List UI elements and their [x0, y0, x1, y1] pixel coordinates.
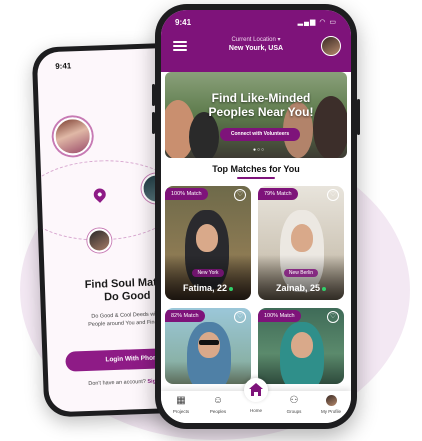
front-phone: 9:41 ▂▄▆ ◠ ▭ Current Location ▾ New Your…: [152, 4, 360, 429]
match-name: Fatima, 22: [165, 283, 251, 293]
nav-label: Projects: [172, 409, 190, 414]
match-name: Zainab, 25: [258, 283, 344, 293]
nav-home-label: Home: [249, 408, 262, 413]
nav-label: My Profile: [320, 409, 341, 414]
match-badge: 100% Match: [258, 310, 301, 322]
groups-icon: ⚇: [289, 395, 299, 406]
match-badge: 82% Match: [165, 310, 205, 322]
city-badge: New York: [165, 261, 251, 279]
nav-home[interactable]: [244, 378, 268, 402]
favorite-heart-icon[interactable]: ♡: [327, 189, 339, 201]
city-label: New Berlin: [283, 269, 319, 277]
location-value[interactable]: New Yourk, USA: [206, 45, 306, 52]
favorite-heart-icon[interactable]: ♡: [234, 311, 246, 323]
volume-button: [152, 112, 155, 134]
match-photo: [196, 224, 218, 252]
nav-groups[interactable]: ⚇ Groups: [277, 395, 311, 414]
home-icon: [249, 383, 263, 396]
nav-label: Peoples: [209, 409, 227, 414]
favorite-heart-icon[interactable]: ♡: [327, 311, 339, 323]
match-card[interactable]: 100% Match ♡ New York Fatima, 22: [165, 186, 251, 300]
online-dot-icon: [229, 286, 234, 291]
signup-prompt: Don't have an account? Sig: [88, 379, 156, 387]
nav-label: Groups: [286, 409, 302, 414]
stage: 9:41 Find Soul Mates Do Good Do Good & C…: [0, 0, 422, 441]
match-badge: 79% Match: [258, 188, 298, 200]
status-icons: ▂▄▆ ◠ ▭: [297, 19, 337, 26]
carousel-dots[interactable]: ●○○: [253, 147, 265, 153]
match-name-text: Zainab, 25: [275, 283, 320, 293]
location-selector[interactable]: Current Location ▾: [206, 36, 306, 43]
connect-volunteers-button[interactable]: Connect with Volunteers: [220, 128, 300, 141]
match-card[interactable]: 100% Match ♡: [258, 308, 344, 384]
app-header: 9:41 ▂▄▆ ◠ ▭ Current Location ▾ New Your…: [161, 10, 351, 72]
signup-text: Don't have an account?: [88, 378, 147, 387]
profile-avatar: [325, 395, 337, 406]
match-card[interactable]: 79% Match ♡ New Berlin Zainab, 25: [258, 186, 344, 300]
city-badge: New Berlin: [258, 261, 344, 279]
online-dot-icon: [322, 286, 326, 291]
section-title: Top Matches for You: [212, 164, 300, 174]
profile-avatar[interactable]: [321, 36, 341, 56]
city-label: New York: [192, 269, 224, 277]
status-time: 9:41: [175, 18, 192, 27]
match-photo: [291, 224, 313, 252]
back-status-time: 9:41: [55, 61, 72, 71]
match-badge: 100% Match: [165, 188, 208, 200]
nav-projects[interactable]: ▦ Projects: [164, 395, 198, 414]
power-button: [357, 99, 360, 135]
app-screen: 9:41 ▂▄▆ ◠ ▭ Current Location ▾ New Your…: [161, 10, 351, 423]
match-card[interactable]: 82% Match ♡: [165, 308, 251, 384]
bottom-nav: ▦ Projects ☺ Peoples Home ⚇ Groups My Pr…: [161, 378, 351, 423]
match-name-text: Fatima, 22: [182, 283, 228, 293]
match-photo: [291, 332, 313, 358]
calendar-icon: ▦: [176, 395, 186, 406]
sunglasses: [199, 340, 219, 345]
avatar: [86, 228, 112, 253]
favorite-heart-icon[interactable]: ♡: [234, 189, 246, 201]
match-photo: [198, 332, 220, 358]
people-icon: ☺: [212, 395, 224, 406]
nav-profile[interactable]: My Profile: [314, 395, 348, 414]
nav-peoples[interactable]: ☺ Peoples: [201, 395, 235, 414]
banner-title: Find Like-Minded Peoples Near You!: [208, 91, 314, 119]
section-underline: [237, 177, 275, 179]
banner-person: [313, 96, 347, 158]
promo-banner: Find Like-Minded Peoples Near You! Conne…: [165, 72, 347, 158]
volume-button: [152, 84, 155, 106]
menu-icon[interactable]: [173, 41, 187, 51]
avatar: [53, 116, 93, 157]
